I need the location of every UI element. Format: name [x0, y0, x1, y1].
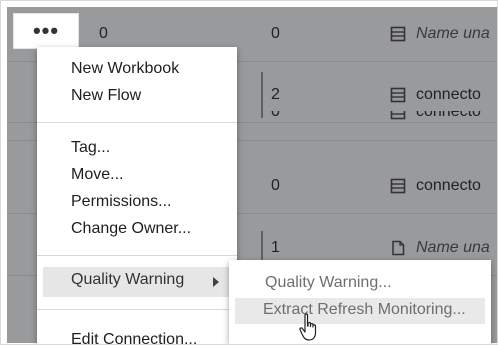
- item-name: connecto: [416, 111, 481, 120]
- menu-item-move[interactable]: Move...: [71, 166, 123, 184]
- count2-cell: 0: [271, 111, 280, 120]
- data-source-icon: [390, 178, 406, 194]
- count2-cell: 0: [271, 25, 280, 42]
- hand-cursor-icon: [299, 313, 317, 341]
- submenu-item-quality-warning[interactable]: Quality Warning...: [265, 274, 392, 292]
- count2-cell: 0: [271, 177, 280, 194]
- item-name: Name una: [416, 239, 490, 256]
- item-name: connecto: [416, 86, 481, 103]
- quality-warning-submenu: Quality Warning... Extract Refresh Monit…: [229, 260, 491, 344]
- data-source-icon: [390, 87, 406, 103]
- context-menu: New Workbook New Flow Tag... Move... Per…: [37, 47, 237, 344]
- menu-item-permissions[interactable]: Permissions...: [71, 193, 171, 211]
- menu-item-new-flow[interactable]: New Flow: [71, 87, 141, 105]
- name-cell[interactable]: connecto: [390, 159, 481, 213]
- item-name: connecto: [416, 177, 481, 194]
- menu-separator: [37, 309, 237, 310]
- data-source-icon: [390, 111, 406, 119]
- document-icon: [392, 240, 405, 256]
- submenu-item-label: Extract Refresh Monitoring...: [263, 301, 466, 318]
- menu-item-tag[interactable]: Tag...: [71, 139, 110, 157]
- menu-separator: [37, 255, 237, 256]
- item-name: Name una: [416, 25, 490, 42]
- menu-item-change-owner[interactable]: Change Owner...: [71, 220, 191, 238]
- chevron-right-icon: [213, 277, 219, 287]
- menu-item-new-workbook[interactable]: New Workbook: [71, 60, 179, 78]
- more-actions-button[interactable]: •••: [13, 13, 79, 49]
- name-cell[interactable]: connecto: [390, 111, 481, 126]
- window: 0 0 Name una 2 connecto 0 connecto 0 con…: [0, 0, 498, 345]
- menu-item-label: Quality Warning: [71, 271, 185, 288]
- submenu-item-extract-refresh-monitoring[interactable]: Extract Refresh Monitoring...: [235, 298, 485, 324]
- name-cell[interactable]: Name una: [390, 7, 490, 61]
- menu-item-edit-connection[interactable]: Edit Connection...: [71, 331, 197, 344]
- menu-item-quality-warning[interactable]: Quality Warning: [43, 267, 229, 297]
- data-source-icon: [390, 26, 406, 42]
- menu-separator: [37, 122, 237, 123]
- column-divider[interactable]: [261, 72, 263, 118]
